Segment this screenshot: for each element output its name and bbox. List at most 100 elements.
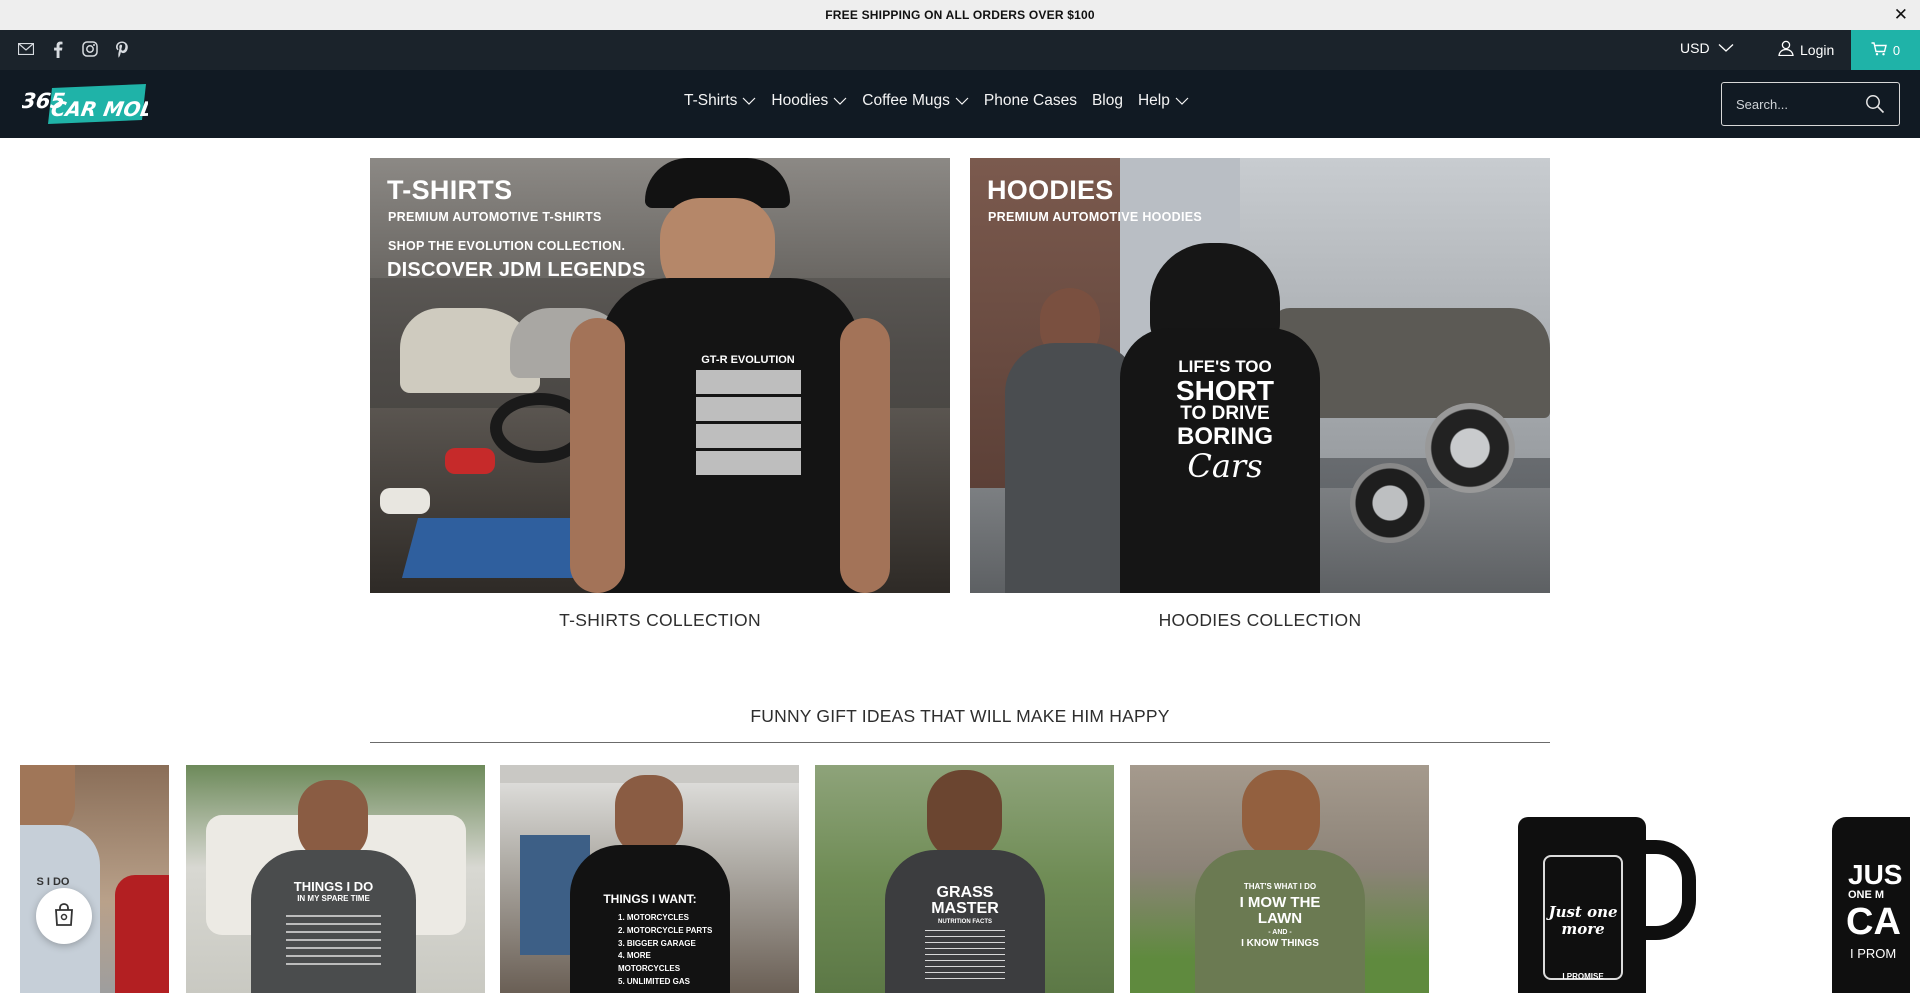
nav-label: T-Shirts — [684, 92, 738, 109]
mug-print-subtext: ONE M — [1848, 889, 1885, 901]
login-link[interactable]: Login — [1778, 40, 1834, 59]
banner-title: T-SHIRTS — [387, 175, 513, 205]
announcement-bar: FREE SHIPPING ON ALL ORDERS OVER $100 ✕ — [0, 0, 1920, 30]
mug-handle — [1640, 840, 1696, 940]
hoodie-print-line: LIFE'S TOO — [1178, 357, 1272, 376]
list-item: 3. BIGGER GARAGE — [618, 938, 696, 948]
utility-bar: USD Login 0 — [0, 30, 1920, 70]
shirt-print-text: THAT'S WHAT I DO — [1243, 882, 1317, 891]
chevron-down-icon — [955, 96, 969, 106]
red-car — [115, 875, 169, 993]
face — [1242, 770, 1320, 858]
shirt-print-text: GT-R EVOLUTION — [701, 354, 795, 366]
cart-icon — [1871, 41, 1887, 59]
mug-print-text: JUS — [1848, 859, 1903, 890]
list-item: 4. MORE MOTORCYCLES — [618, 951, 681, 974]
nav-coffee-mugs[interactable]: Coffee Mugs — [862, 92, 969, 110]
shirt-print-subtext: I MOW THE LAWN — [1239, 894, 1321, 927]
nav-blog[interactable]: Blog — [1092, 92, 1123, 110]
shirt-print-text: S I DO — [36, 876, 70, 888]
face — [298, 780, 368, 860]
shirt-print-graphic — [696, 370, 801, 475]
nav-label: Phone Cases — [983, 92, 1077, 109]
mug-print-text: Just one — [1548, 903, 1618, 921]
product-card[interactable]: S I DO — [20, 765, 169, 993]
chevron-down-icon — [1718, 40, 1734, 56]
banner-subtitle: SHOP THE EVOLUTION COLLECTION. — [388, 239, 626, 253]
product-card[interactable]: THINGS I WANT: 1. MOTORCYCLES 2. MOTORCY… — [500, 765, 799, 993]
pinterest-icon[interactable] — [112, 38, 132, 60]
shirt-print-small: - AND - — [1268, 929, 1292, 936]
model-car — [445, 448, 495, 474]
social-links — [16, 38, 132, 60]
product-card[interactable]: Just one more I PROMISE — [1445, 765, 1744, 993]
list-item: 5. UNLIMITED GAS — [618, 976, 691, 986]
cart-button[interactable]: 0 — [1851, 30, 1920, 70]
hoodie-print-line: Cars — [1187, 447, 1263, 485]
product-card[interactable]: THINGS I DO IN MY SPARE TIME — [186, 765, 485, 993]
shirt-print-text: THINGS I WANT: — [603, 892, 697, 906]
main-nav: T-Shirts Hoodies Coffee Mugs Phone Cases… — [684, 92, 1204, 110]
list-item: 1. MOTORCYCLES — [618, 913, 689, 922]
tshirts-collection-link[interactable]: T-SHIRTS COLLECTION — [370, 610, 950, 631]
shirt-print-subtext: MASTER — [931, 900, 999, 917]
mug-print-small: I PROMISE — [1562, 972, 1604, 981]
shirt-print-small: I KNOW THINGS — [1241, 938, 1319, 949]
facebook-icon[interactable] — [48, 38, 68, 60]
currency-label: USD — [1680, 40, 1710, 56]
nav-label: Help — [1137, 92, 1170, 109]
section-divider — [370, 742, 1550, 743]
site-logo[interactable]: 365 CAR MODS — [20, 82, 174, 126]
hoodie-print-line: TO DRIVE — [1180, 403, 1270, 424]
banner-title: HOODIES — [987, 175, 1114, 205]
search-input[interactable] — [1736, 93, 1866, 115]
currency-selector[interactable]: USD — [1680, 40, 1734, 56]
nav-label: Coffee Mugs — [862, 92, 950, 109]
search-icon[interactable] — [1865, 94, 1887, 116]
hoodie-print-line: BORING — [1177, 423, 1273, 450]
product-card[interactable]: GRASS MASTER NUTRITION FACTS — [815, 765, 1114, 993]
user-icon — [1778, 40, 1794, 59]
hoodie-print-line: SHORT — [1176, 375, 1274, 406]
close-icon[interactable]: ✕ — [1894, 5, 1908, 25]
mug-print-subtext: more — [1561, 920, 1605, 938]
wheel — [1425, 403, 1515, 493]
chevron-down-icon — [742, 96, 756, 106]
nav-tshirts[interactable]: T-Shirts — [684, 92, 756, 110]
nav-help[interactable]: Help — [1138, 92, 1189, 110]
product-card[interactable]: THAT'S WHAT I DO I MOW THE LAWN - AND - … — [1130, 765, 1429, 993]
hoodies-banner[interactable]: LIFE'S TOO SHORT TO DRIVE BORING Cars HO… — [970, 158, 1550, 593]
product-card[interactable]: JUS ONE M CA I PROM — [1760, 765, 1910, 993]
shirt-print-list: 1. MOTORCYCLES 2. MOTORCYCLE PARTS 3. BI… — [618, 912, 713, 989]
announcement-text: FREE SHIPPING ON ALL ORDERS OVER $100 — [825, 8, 1095, 22]
banner-tagline: DISCOVER JDM LEGENDS — [387, 259, 646, 281]
svg-text:CAR MODS: CAR MODS — [49, 97, 148, 121]
shirt-print-graphic — [925, 929, 1005, 979]
login-label: Login — [1800, 41, 1835, 58]
shopping-bag-icon — [51, 901, 77, 932]
shirt-print-small: NUTRITION FACTS — [938, 919, 992, 925]
wheel — [1350, 463, 1430, 543]
tshirts-banner[interactable]: GT-R EVOLUTION T-SHIRTS PREMIUM AUTOMOTI… — [370, 158, 950, 593]
nav-hoodies[interactable]: Hoodies — [771, 92, 847, 110]
nav-label: Hoodies — [771, 92, 829, 109]
shirt-print-subtext: IN MY SPARE TIME — [297, 894, 370, 903]
instagram-icon[interactable] — [80, 38, 100, 60]
shop-widget-button[interactable] — [36, 888, 92, 944]
section-title: FUNNY GIFT IDEAS THAT WILL MAKE HIM HAPP… — [750, 706, 1170, 726]
list-item: 2. MOTORCYCLE PARTS — [618, 925, 713, 935]
shirt-print-graphic — [286, 910, 381, 965]
chevron-down-icon — [1175, 96, 1189, 106]
mug-print-big: CA — [1846, 901, 1901, 943]
main-header: 365 CAR MODS T-Shirts Hoodies Coffee Mug… — [0, 70, 1920, 138]
nav-label: Blog — [1091, 92, 1123, 109]
cart-count: 0 — [1892, 42, 1901, 58]
face — [615, 775, 683, 855]
shirt-print-text: THINGS I DO — [293, 879, 374, 894]
chevron-down-icon — [833, 96, 847, 106]
face — [927, 770, 1002, 860]
mail-icon[interactable] — [16, 38, 36, 60]
nav-phone-cases[interactable]: Phone Cases — [984, 92, 1077, 110]
hoodies-collection-link[interactable]: HOODIES COLLECTION — [970, 610, 1550, 631]
arm — [570, 318, 625, 593]
